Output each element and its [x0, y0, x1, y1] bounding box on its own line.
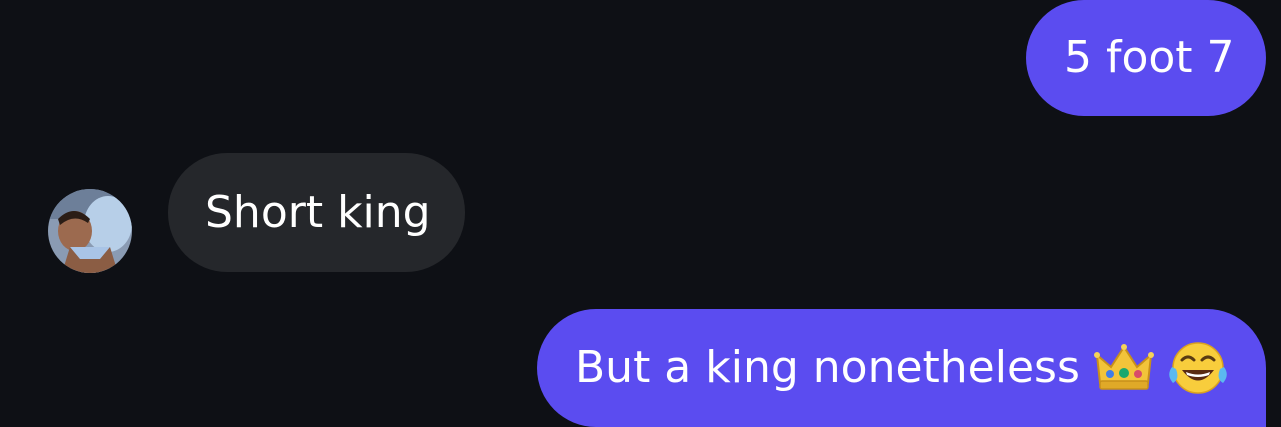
- message-text: Short king: [205, 186, 431, 238]
- face-with-tears-of-joy-icon: [1168, 341, 1228, 395]
- message-thread: 5 foot 7 Short king But a king nonethele…: [0, 0, 1281, 427]
- contact-avatar[interactable]: [48, 189, 132, 273]
- sent-message-bubble[interactable]: 5 foot 7: [1026, 0, 1266, 116]
- message-text: But a king nonetheless: [575, 342, 1080, 393]
- message-text: 5 foot 7: [1064, 32, 1235, 83]
- sent-message-bubble[interactable]: But a king nonetheless: [537, 309, 1266, 427]
- received-message-bubble[interactable]: Short king: [168, 153, 465, 272]
- crown-icon: [1093, 343, 1154, 393]
